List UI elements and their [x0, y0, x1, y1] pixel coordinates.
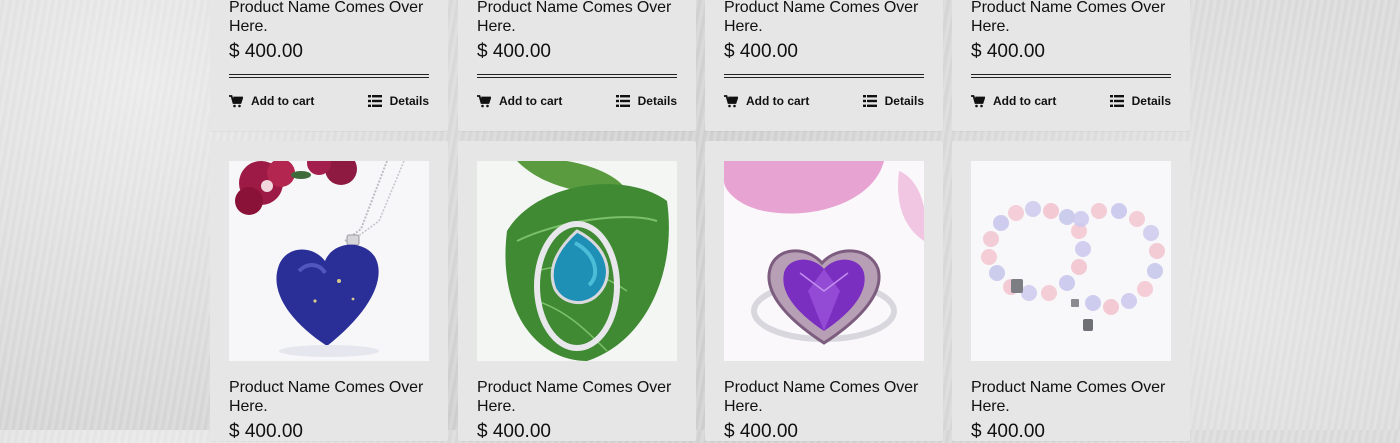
- add-to-cart-label: Add to cart: [499, 94, 563, 108]
- add-to-cart-button[interactable]: Add to cart: [971, 94, 1056, 108]
- product-image-amethyst-heart-ring[interactable]: [724, 161, 924, 361]
- product-price: $ 400.00: [229, 421, 303, 442]
- product-image-rose-quartz-bracelets[interactable]: [971, 161, 1171, 361]
- details-button[interactable]: Details: [367, 94, 429, 108]
- product-image-turquoise-teardrop-ring[interactable]: [477, 161, 677, 361]
- product-card: Product Name Comes Over Here. $ 400.00: [952, 141, 1190, 442]
- product-name[interactable]: Product Name Comes Over Here.: [724, 378, 924, 416]
- product-price: $ 400.00: [724, 41, 798, 62]
- divider: [971, 74, 1171, 78]
- product-price: $ 400.00: [477, 41, 551, 62]
- shopping-cart-icon: [477, 94, 491, 108]
- product-card: Product Name Comes Over Here. $ 400.00 A…: [952, 0, 1190, 131]
- add-to-cart-label: Add to cart: [251, 94, 315, 108]
- product-image-lapis-heart-necklace[interactable]: [229, 161, 429, 361]
- details-button[interactable]: Details: [1109, 94, 1171, 108]
- add-to-cart-button[interactable]: Add to cart: [477, 94, 562, 108]
- product-card: Product Name Comes Over Here. $ 400.00: [458, 141, 696, 442]
- details-button[interactable]: Details: [862, 94, 924, 108]
- product-card: Product Name Comes Over Here. $ 400.00: [210, 141, 448, 442]
- product-name[interactable]: Product Name Comes Over Here.: [229, 378, 429, 416]
- divider: [477, 74, 677, 78]
- details-button[interactable]: Details: [615, 94, 677, 108]
- shopping-cart-icon: [724, 94, 738, 108]
- product-name[interactable]: Product Name Comes Over Here.: [971, 378, 1171, 416]
- product-price: $ 400.00: [724, 421, 798, 442]
- product-name[interactable]: Product Name Comes Over Here.: [477, 378, 677, 416]
- product-name[interactable]: Product Name Comes Over Here.: [971, 0, 1171, 36]
- product-card: Product Name Comes Over Here. $ 400.00 A…: [458, 0, 696, 131]
- product-price: $ 400.00: [971, 421, 1045, 442]
- divider: [229, 74, 429, 78]
- product-card: Product Name Comes Over Here. $ 400.00 A…: [705, 0, 943, 131]
- product-price: $ 400.00: [971, 41, 1045, 62]
- product-price: $ 400.00: [229, 41, 303, 62]
- product-name[interactable]: Product Name Comes Over Here.: [229, 0, 429, 36]
- add-to-cart-label: Add to cart: [993, 94, 1057, 108]
- add-to-cart-label: Add to cart: [746, 94, 810, 108]
- details-label: Details: [637, 94, 677, 108]
- details-label: Details: [1131, 94, 1171, 108]
- add-to-cart-button[interactable]: Add to cart: [724, 94, 809, 108]
- divider: [724, 74, 924, 78]
- details-label: Details: [389, 94, 429, 108]
- details-label: Details: [884, 94, 924, 108]
- product-card: Product Name Comes Over Here. $ 400.00: [705, 141, 943, 442]
- list-icon: [367, 95, 382, 107]
- shopping-cart-icon: [971, 94, 985, 108]
- add-to-cart-button[interactable]: Add to cart: [229, 94, 314, 108]
- product-name[interactable]: Product Name Comes Over Here.: [477, 0, 677, 36]
- product-name[interactable]: Product Name Comes Over Here.: [724, 0, 924, 36]
- list-icon: [1109, 95, 1124, 107]
- list-icon: [615, 95, 630, 107]
- product-card: Product Name Comes Over Here. $ 400.00 A…: [210, 0, 448, 131]
- product-price: $ 400.00: [477, 421, 551, 442]
- shopping-cart-icon: [229, 94, 243, 108]
- list-icon: [862, 95, 877, 107]
